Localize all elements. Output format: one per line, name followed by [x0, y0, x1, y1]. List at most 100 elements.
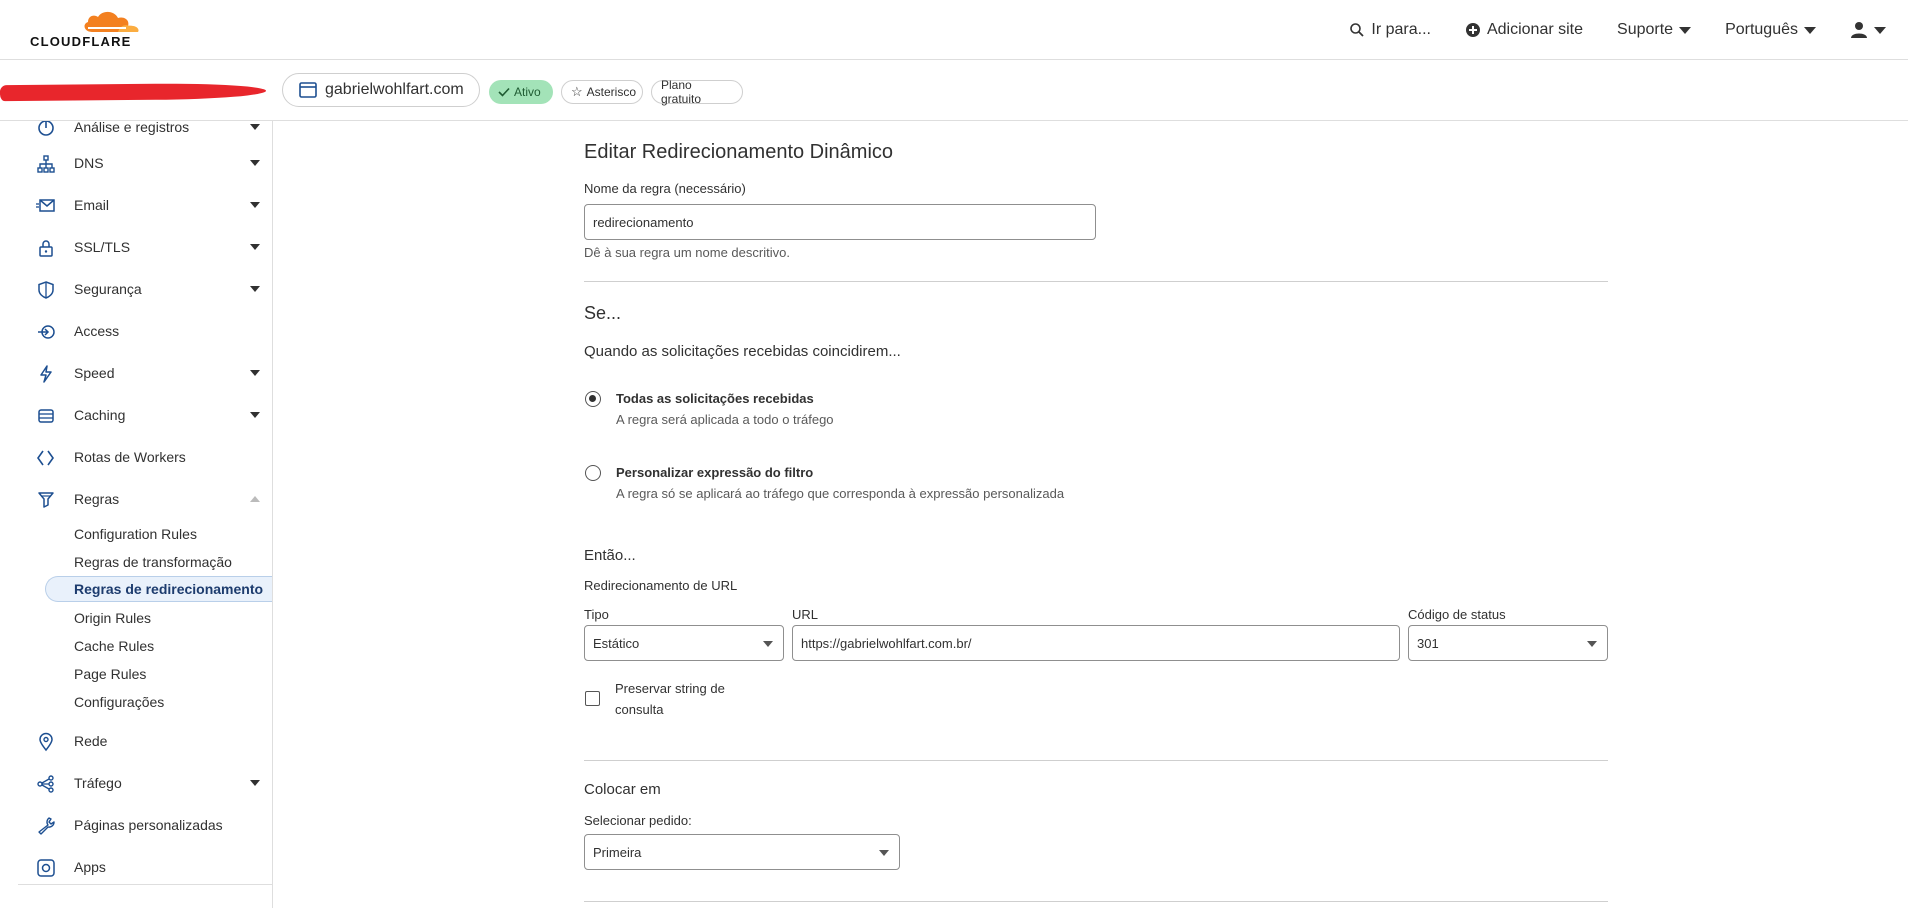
- order-select[interactable]: Primeira: [584, 834, 900, 870]
- chevron-down-icon: [250, 244, 260, 250]
- chevron-down-icon: [763, 641, 773, 647]
- sidebar-subitem-page-rules[interactable]: Page Rules: [74, 663, 146, 685]
- sidebar-item-analytics[interactable]: Análise e registros: [0, 121, 272, 145]
- network-icon: [37, 155, 55, 173]
- goto-label: Ir para...: [1371, 21, 1431, 38]
- sidebar-item-apps[interactable]: Apps: [0, 849, 272, 885]
- location-pin-icon: [39, 732, 53, 752]
- sidebar-item-label: Tráfego: [74, 775, 122, 791]
- chevron-down-icon: [250, 202, 260, 208]
- sidebar-subitem-transform-rules[interactable]: Regras de transformação: [74, 551, 232, 573]
- cloud-logo-icon: [84, 11, 139, 32]
- preserve-query-label-2: consulta: [615, 702, 664, 717]
- sidebar-item-label: Regras: [74, 491, 120, 507]
- support-label: Suporte: [1617, 21, 1674, 38]
- main-content: Editar Redirecionamento Dinâmico Nome da…: [274, 121, 1908, 908]
- sidebar-item-network[interactable]: Rede: [0, 723, 272, 759]
- divider: [18, 884, 272, 885]
- sidebar-item-label: Rede: [74, 733, 108, 749]
- sidebar-item-rules[interactable]: Regras: [0, 481, 272, 517]
- sidebar-item-ssl-tls[interactable]: SSL/TLS: [0, 229, 272, 265]
- url-input[interactable]: https://gabrielwohlfart.com.br/: [792, 625, 1400, 661]
- status-code-select[interactable]: 301: [1408, 625, 1608, 661]
- star-button[interactable]: ☆ Asterisco: [561, 80, 643, 104]
- sidebar-subitem-label: Regras de redirecionamento: [74, 581, 264, 597]
- cloudflare-logo[interactable]: CLOUDFLARE: [30, 8, 140, 49]
- sidebar-subitem-origin-rules[interactable]: Origin Rules: [74, 607, 151, 629]
- browser-window-icon: [299, 82, 317, 98]
- preserve-query-checkbox[interactable]: [585, 691, 600, 706]
- sidebar-item-speed[interactable]: Speed: [0, 355, 272, 391]
- chart-icon: [38, 121, 54, 136]
- user-menu[interactable]: [1850, 21, 1886, 39]
- language-menu[interactable]: Português: [1725, 21, 1816, 39]
- sidebar-item-label: Rotas de Workers: [74, 449, 186, 465]
- sidebar-item-custom-pages[interactable]: Páginas personalizadas: [0, 807, 272, 843]
- add-site-label: Adicionar site: [1486, 21, 1584, 38]
- divider: [584, 901, 1608, 902]
- sidebar-item-traffic[interactable]: Tráfego: [0, 765, 272, 801]
- type-select[interactable]: Estático: [584, 625, 784, 661]
- sidebar-item-dns[interactable]: DNS: [0, 145, 272, 181]
- page-title: Editar Redirecionamento Dinâmico: [584, 141, 894, 163]
- sidebar-item-workers-routes[interactable]: Rotas de Workers: [0, 439, 272, 475]
- chevron-down-icon: [879, 850, 889, 856]
- sidebar-subitem-cache-rules[interactable]: Cache Rules: [74, 635, 154, 657]
- order-select-value: Primeira: [593, 844, 642, 860]
- sidebar-item-label: Speed: [74, 365, 115, 381]
- order-label: Selecionar pedido:: [584, 813, 692, 828]
- url-label: URL: [792, 607, 819, 622]
- zone-selector[interactable]: gabrielwohlfart.com: [282, 73, 480, 107]
- sidebar-item-caching[interactable]: Caching: [0, 397, 272, 433]
- zone-domain: gabrielwohlfart.com: [325, 81, 464, 98]
- lightning-icon: [40, 365, 52, 383]
- sidebar-item-email[interactable]: Email: [0, 187, 272, 223]
- sidebar-item-label: Análise e registros: [74, 121, 190, 135]
- sidebar-item-access[interactable]: Access: [0, 313, 272, 349]
- lock-icon: [39, 240, 53, 257]
- match-title: Quando as solicitações recebidas coincid…: [584, 343, 901, 360]
- type-label: Tipo: [584, 607, 609, 622]
- radio-custom-filter-desc: A regra só se aplicará ao tráfego que co…: [616, 486, 1065, 501]
- status-code-label: Código de status: [1408, 607, 1506, 622]
- plan-badge[interactable]: Plano gratuito: [651, 78, 743, 106]
- plan-label: Plano gratuito: [661, 78, 702, 106]
- rules-icon: [38, 492, 54, 508]
- star-icon: ☆: [571, 84, 583, 99]
- plus-circle-icon: [1465, 23, 1480, 37]
- chevron-down-icon: [1679, 26, 1692, 34]
- type-select-value: Estático: [593, 635, 640, 651]
- chevron-down-icon: [250, 160, 260, 166]
- chevron-down-icon: [250, 370, 260, 376]
- search-icon: [1350, 23, 1365, 37]
- then-section-title: Então...: [584, 547, 636, 564]
- radio-custom-filter[interactable]: [585, 465, 601, 481]
- rule-name-input[interactable]: redirecionamento: [584, 204, 1096, 240]
- sidebar-subitem-configuration-rules[interactable]: Configuration Rules: [74, 523, 197, 545]
- sidebar-item-security[interactable]: Segurança: [0, 271, 272, 307]
- sidebar-item-label: Email: [74, 197, 110, 213]
- add-site-button[interactable]: Adicionar site: [1465, 21, 1583, 39]
- support-menu[interactable]: Suporte: [1617, 21, 1692, 39]
- sidebar-subitem-settings[interactable]: Configurações: [74, 691, 164, 713]
- sidebar-item-label: Access: [74, 323, 120, 339]
- divider: [584, 760, 1608, 761]
- radio-all-requests[interactable]: [585, 391, 601, 407]
- redirect-type-label: Redirecionamento de URL: [584, 578, 738, 593]
- chevron-down-icon: [1874, 26, 1886, 34]
- rule-name-help: Dê à sua regra um nome descritivo.: [584, 245, 790, 260]
- chevron-down-icon: [1587, 641, 1597, 647]
- status-label: Ativo: [514, 85, 541, 99]
- goto-button[interactable]: Ir para...: [1349, 21, 1431, 39]
- chevron-down-icon: [1804, 26, 1816, 34]
- email-icon: [36, 199, 55, 212]
- user-icon: [1851, 22, 1867, 38]
- shield-icon: [38, 281, 54, 299]
- apps-icon: [37, 859, 55, 877]
- logo-text: CLOUDFLARE: [30, 34, 132, 49]
- rule-name-label: Nome da regra (necessário): [584, 181, 746, 196]
- status-badge: Ativo: [489, 80, 553, 104]
- preserve-query-label-1: Preservar string de: [615, 681, 725, 696]
- radio-custom-filter-title: Personalizar expressão do filtro: [616, 465, 814, 480]
- star-label: Asterisco: [586, 85, 637, 99]
